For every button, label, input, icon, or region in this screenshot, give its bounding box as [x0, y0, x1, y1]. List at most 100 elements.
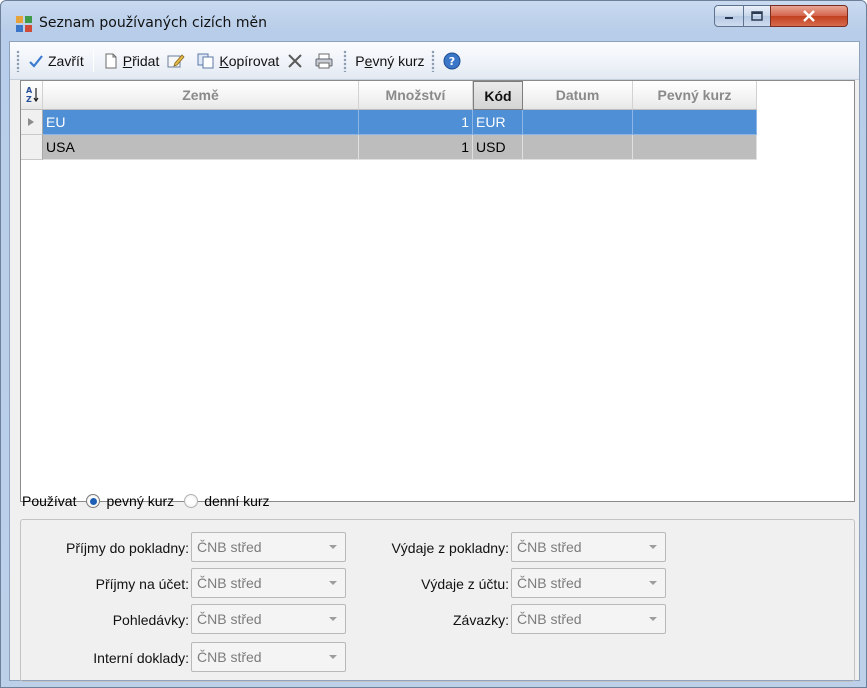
income-cash-value: ČNB střed [197, 539, 262, 555]
toolbar-grip-3[interactable] [430, 49, 435, 72]
daily-rate-radio-label[interactable]: denní kurz [204, 493, 269, 509]
internal-select[interactable]: ČNB střed [191, 642, 346, 672]
cell-amount[interactable]: 1 [359, 135, 473, 160]
close-button[interactable]: Zavřít [24, 48, 88, 74]
internal-value: ČNB střed [197, 649, 262, 665]
internal-label: Interní doklady: [93, 650, 189, 666]
rate-type-selector: Používat pevný kurz denní kurz [22, 493, 270, 509]
liabilities-label: Závazky: [452, 612, 509, 628]
row-indicator[interactable] [21, 110, 43, 135]
daily-rate-radio[interactable] [184, 494, 199, 508]
currency-grid[interactable]: A Z Země Množství Kód Datum Pevný kurz E… [20, 80, 855, 502]
income-account-select[interactable]: ČNB střed [191, 568, 346, 598]
copy-label-accel: K [219, 52, 229, 69]
cell-fixed-rate[interactable] [633, 135, 757, 160]
income-cash-label: Příjmy do pokladny: [66, 540, 189, 556]
add-button[interactable]: Přidat [99, 48, 164, 74]
help-icon: ? [443, 52, 461, 69]
delete-x-icon [288, 53, 303, 68]
expense-cash-value: ČNB střed [517, 539, 582, 555]
add-label: řidat [132, 52, 160, 69]
new-document-icon [105, 53, 117, 68]
table-row[interactable]: EU 1 EUR [21, 110, 757, 135]
receivables-value: ČNB střed [197, 611, 262, 627]
svg-text:Z: Z [26, 95, 32, 104]
fixed-rate-label: vný kurz [372, 52, 425, 69]
options-panel: Používat pevný kurz denní kurz Příjmy do… [20, 477, 855, 682]
cell-date[interactable] [523, 110, 633, 135]
expense-account-select[interactable]: ČNB střed [511, 568, 666, 598]
printer-icon [315, 53, 333, 68]
chevron-down-icon [329, 545, 337, 549]
fixed-rate-button[interactable]: Pe vný kurz [351, 48, 428, 74]
chevron-down-icon [649, 545, 657, 549]
income-account-label: Příjmy na účet: [95, 576, 189, 592]
maximize-icon [751, 11, 763, 21]
window-title: Seznam používaných cizích měn [39, 15, 267, 31]
help-button[interactable]: ? [439, 48, 469, 74]
cell-fixed-rate[interactable] [633, 110, 757, 135]
minimize-icon [725, 17, 733, 19]
chevron-down-icon [329, 655, 337, 659]
copy-label: opírovat [228, 52, 280, 69]
cell-date[interactable] [523, 135, 633, 160]
row-indicator[interactable] [21, 135, 43, 160]
column-header-country[interactable]: Země [43, 81, 359, 110]
cell-country[interactable]: USA [43, 135, 359, 160]
income-cash-select[interactable]: ČNB střed [191, 532, 346, 562]
cell-amount[interactable]: 1 [359, 110, 473, 135]
copy-icon [197, 53, 214, 68]
close-window-button[interactable] [770, 5, 848, 27]
column-header-code[interactable]: Kód [473, 81, 523, 110]
rate-source-group: Příjmy do pokladny: ČNB střed Příjmy na … [20, 519, 855, 682]
fixed-rate-label-prefix: P [355, 52, 365, 69]
add-label-accel: P [122, 52, 133, 69]
chevron-down-icon [329, 581, 337, 585]
edit-button[interactable] [163, 48, 193, 74]
chevron-down-icon [329, 617, 337, 621]
receivables-label: Pohledávky: [112, 612, 189, 628]
title-bar[interactable]: Seznam používaných cizích měn [1, 1, 866, 41]
svg-text:A: A [26, 86, 33, 95]
toolbar: Zavřít Přidat Kopírovat Pe vný kurz ? [10, 42, 859, 80]
sort-corner[interactable]: A Z [21, 81, 43, 110]
chevron-down-icon [649, 617, 657, 621]
column-header-amount[interactable]: Množství [359, 81, 473, 110]
toolbar-separator [92, 49, 94, 72]
currency-list-icon [16, 16, 32, 32]
cell-code[interactable]: EUR [473, 110, 523, 135]
maximize-button[interactable] [743, 5, 771, 27]
minimize-button[interactable] [714, 5, 744, 27]
app-window: Seznam používaných cizích měn Zavřít Při… [0, 0, 867, 688]
client-area: Zavřít Přidat Kopírovat Pe vný kurz ? A … [9, 41, 860, 682]
copy-button[interactable]: Kopírovat [193, 48, 283, 74]
checkmark-icon [29, 54, 43, 68]
income-account-value: ČNB střed [197, 575, 262, 591]
use-label: Používat [22, 493, 77, 509]
column-header-date[interactable]: Datum [523, 81, 633, 110]
print-button[interactable] [311, 48, 341, 74]
fixed-rate-radio[interactable] [86, 494, 101, 508]
expense-cash-label: Výdaje z pokladny: [391, 540, 509, 556]
fixed-rate-radio-label[interactable]: pevný kurz [106, 493, 174, 509]
expense-cash-select[interactable]: ČNB střed [511, 532, 666, 562]
column-header-fixed-rate[interactable]: Pevný kurz [633, 81, 757, 110]
close-icon [803, 10, 815, 22]
delete-button[interactable] [283, 48, 311, 74]
edit-icon [167, 53, 185, 67]
sort-az-icon: A Z [26, 86, 38, 104]
fixed-rate-label-accel: e [364, 52, 373, 69]
receivables-select[interactable]: ČNB střed [191, 604, 346, 634]
svg-text:?: ? [448, 55, 454, 68]
toolbar-grip[interactable] [16, 49, 20, 72]
liabilities-value: ČNB střed [517, 611, 582, 627]
expense-account-value: ČNB střed [517, 575, 582, 591]
cell-country[interactable]: EU [43, 110, 359, 135]
expense-account-label: Výdaje z účtu: [421, 576, 509, 592]
table-row[interactable]: USA 1 USD [21, 135, 757, 160]
cell-code[interactable]: USD [473, 135, 523, 160]
liabilities-select[interactable]: ČNB střed [511, 604, 666, 634]
chevron-down-icon [649, 581, 657, 585]
current-row-arrow-icon [28, 118, 34, 126]
toolbar-grip-2[interactable] [343, 49, 348, 72]
